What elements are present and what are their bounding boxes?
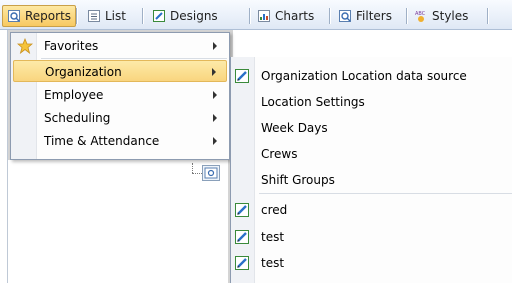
submenu-item-test[interactable]: test [231,223,512,249]
toolbar-list-button[interactable]: List [83,5,130,27]
toolbar-styles-label: Styles [432,9,469,23]
filters-icon [338,9,352,23]
submenu-item-organization-location-data-source[interactable]: Organization Location data source [231,62,512,88]
submenu-item-cred[interactable]: cred [231,196,512,222]
submenu-item-label: test [261,256,285,270]
designs-icon [152,9,166,23]
menu-item-employee[interactable]: Employee [13,84,227,106]
menu-item-label: Time & Attendance [44,134,160,148]
chevron-right-icon [213,91,217,99]
submenu-item-label: Shift Groups [261,173,335,187]
toolbar-separator [142,8,143,24]
chevron-right-icon [212,68,216,76]
reports-icon [7,9,21,23]
chevron-right-icon [213,137,217,145]
submenu-separator [259,193,512,194]
submenu-item-label: Week Days [261,121,328,135]
menu-item-label: Favorites [44,39,99,53]
menu-item-label: Employee [44,88,104,102]
toolbar-charts-label: Charts [275,9,315,23]
tree-connector [192,163,193,173]
submenu-item-label: Location Settings [261,95,365,109]
menu-item-time-attendance[interactable]: Time & Attendance [13,130,227,152]
star-icon [16,37,34,57]
tree-view [8,160,228,283]
menu-item-scheduling[interactable]: Scheduling [13,107,227,129]
toolbar: Reports List Designs Charts Filters ABC … [0,0,512,30]
edit-icon [234,255,250,274]
submenu-item-location-settings[interactable]: Location Settings [231,88,512,114]
toolbar-styles-button[interactable]: ABC Styles [410,5,472,27]
edit-icon [234,68,250,87]
toolbar-filters-button[interactable]: Filters [334,5,396,27]
toolbar-separator [406,8,407,24]
menu-separator [41,58,227,59]
report-node-icon [204,167,218,179]
submenu-item-week-days[interactable]: Week Days [231,114,512,140]
toolbar-separator [76,8,77,24]
submenu-item-label: Organization Location data source [261,69,467,83]
menu-item-label: Organization [45,65,122,79]
charts-icon [257,9,271,23]
toolbar-charts-button[interactable]: Charts [253,5,318,27]
menu-item-favorites[interactable]: Favorites [13,35,227,57]
submenu-item-label: test [261,230,285,244]
tree-connector [192,173,202,174]
chevron-right-icon [213,42,217,50]
reports-menu: Favorites Organization Employee Scheduli… [10,32,230,160]
tree-node-report[interactable] [202,165,220,181]
left-pane-edge [0,30,8,283]
toolbar-designs-button[interactable]: Designs [148,5,222,27]
menu-item-label: Scheduling [44,111,111,125]
menu-item-organization[interactable]: Organization [13,60,227,82]
toolbar-separator [249,8,250,24]
toolbar-reports-button[interactable]: Reports [2,5,77,27]
toolbar-separator [487,8,488,24]
chevron-right-icon [213,114,217,122]
edit-icon [234,229,250,248]
submenu-item-shift-groups[interactable]: Shift Groups [231,166,512,192]
toolbar-filters-label: Filters [356,9,392,23]
toolbar-separator [329,8,330,24]
submenu-item-label: Crews [261,147,298,161]
submenu-item-label: cred [261,203,288,217]
styles-icon: ABC [414,9,428,23]
toolbar-designs-label: Designs [170,9,218,23]
toolbar-reports-label: Reports [25,9,72,23]
list-icon [87,9,101,23]
toolbar-list-label: List [105,9,126,23]
submenu-item-test[interactable]: test [231,249,512,275]
submenu-item-crews[interactable]: Crews [231,140,512,166]
edit-icon [234,202,250,221]
organization-submenu: Organization Location data source Locati… [230,57,512,283]
